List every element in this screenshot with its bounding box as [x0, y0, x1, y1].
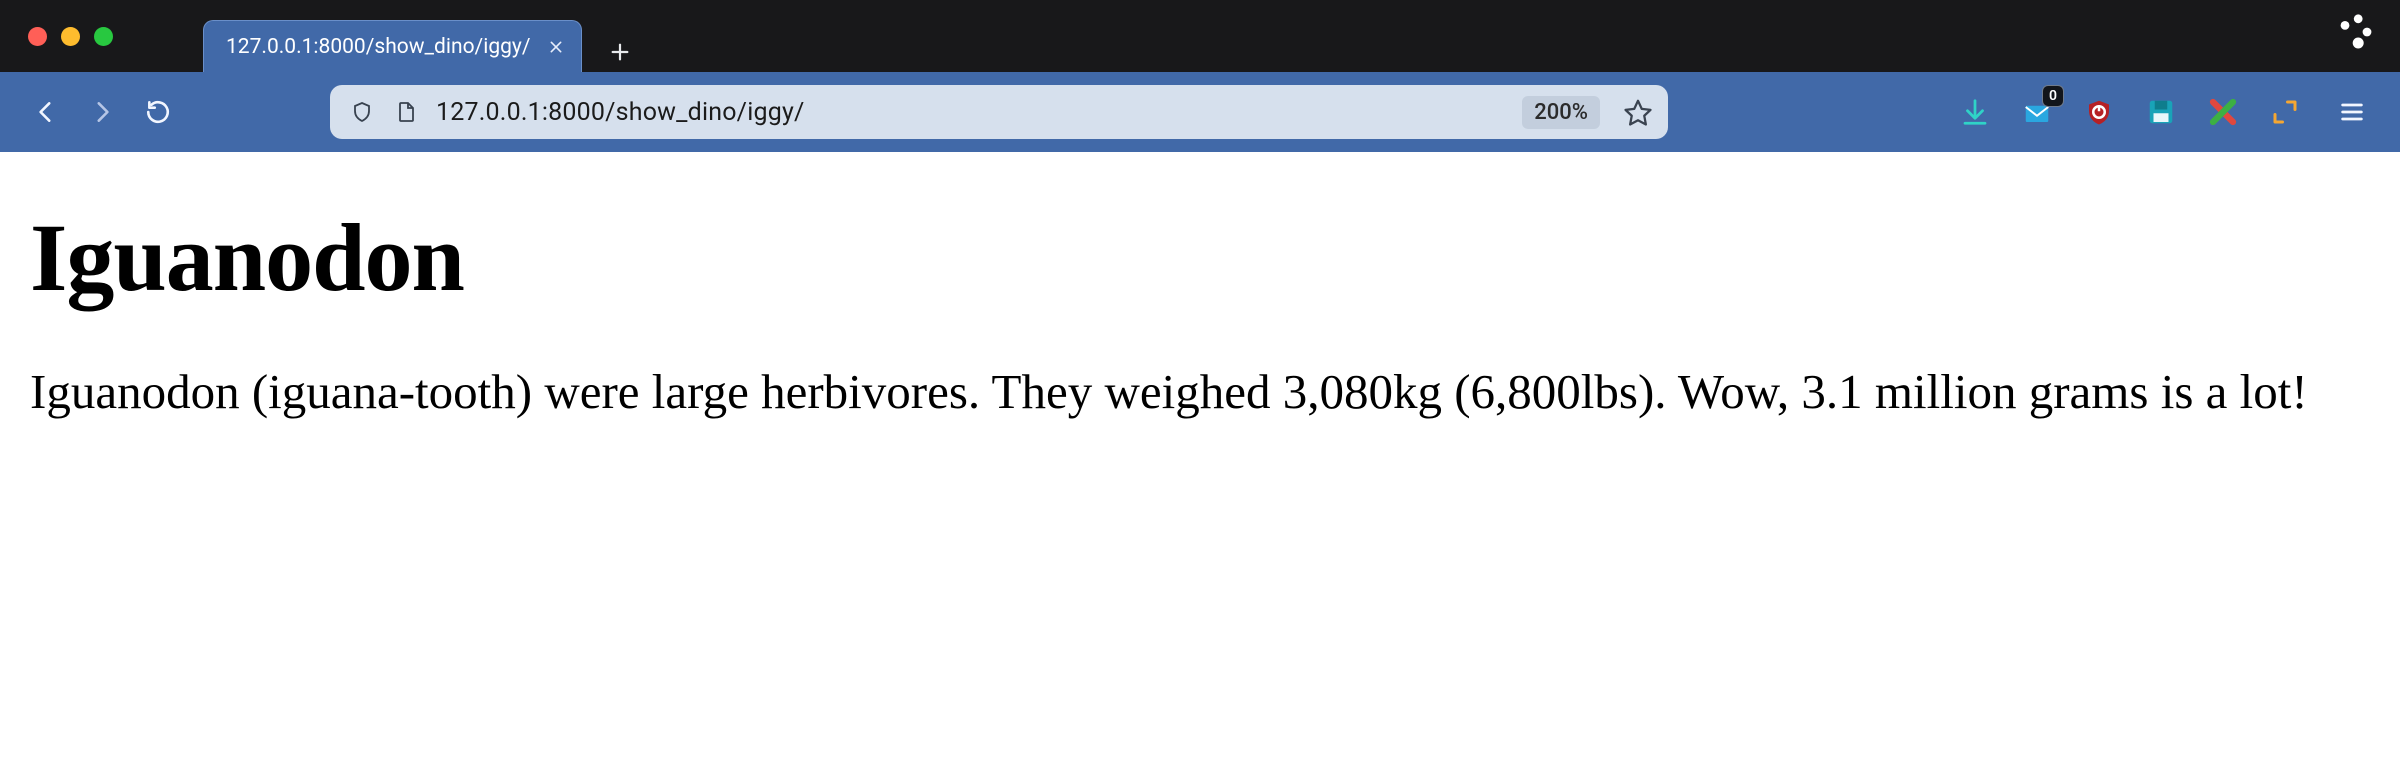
downloads-button[interactable]: [1958, 95, 1992, 129]
window-maximize-button[interactable]: [94, 27, 113, 46]
browser-tab-active[interactable]: 127.0.0.1:8000/show_dino/iggy/: [203, 20, 582, 72]
app-menu-button[interactable]: [2330, 90, 2374, 134]
bookmark-star-button[interactable]: [1616, 90, 1660, 134]
toolbar-extensions: 0: [1958, 90, 2378, 134]
back-button[interactable]: [22, 88, 70, 136]
page-paragraph: Iguanodon (iguana-tooth) were large herb…: [30, 363, 2360, 421]
zoom-level-chip[interactable]: 200%: [1522, 96, 1600, 129]
save-extension-button[interactable]: [2144, 95, 2178, 129]
site-info-icon[interactable]: [392, 98, 420, 126]
page-content: Iguanodon Iguanodon (iguana-tooth) were …: [0, 152, 2400, 451]
mail-badge-count: 0: [2042, 85, 2064, 107]
window-minimize-button[interactable]: [61, 27, 80, 46]
mail-extension-button[interactable]: 0: [2020, 95, 2054, 129]
window-controls: [0, 27, 113, 46]
page-heading: Iguanodon: [30, 202, 2370, 313]
tab-close-button[interactable]: [545, 36, 567, 58]
expand-extension-button[interactable]: [2268, 95, 2302, 129]
tab-strip: 127.0.0.1:8000/show_dino/iggy/: [203, 0, 640, 72]
url-bar[interactable]: 127.0.0.1:8000/show_dino/iggy/ 200%: [330, 85, 1668, 139]
activity-indicator-icon: [2334, 10, 2378, 58]
cross-extension-button[interactable]: [2206, 95, 2240, 129]
url-text[interactable]: 127.0.0.1:8000/show_dino/iggy/: [436, 98, 1506, 127]
new-tab-button[interactable]: [600, 32, 640, 72]
tracking-protection-icon[interactable]: [348, 98, 376, 126]
browser-toolbar: 127.0.0.1:8000/show_dino/iggy/ 200% 0: [0, 72, 2400, 152]
window-titlebar: 127.0.0.1:8000/show_dino/iggy/: [0, 0, 2400, 72]
ublock-extension-button[interactable]: [2082, 95, 2116, 129]
tab-title: 127.0.0.1:8000/show_dino/iggy/: [226, 35, 531, 59]
reload-button[interactable]: [134, 88, 182, 136]
window-close-button[interactable]: [28, 27, 47, 46]
forward-button[interactable]: [78, 88, 126, 136]
